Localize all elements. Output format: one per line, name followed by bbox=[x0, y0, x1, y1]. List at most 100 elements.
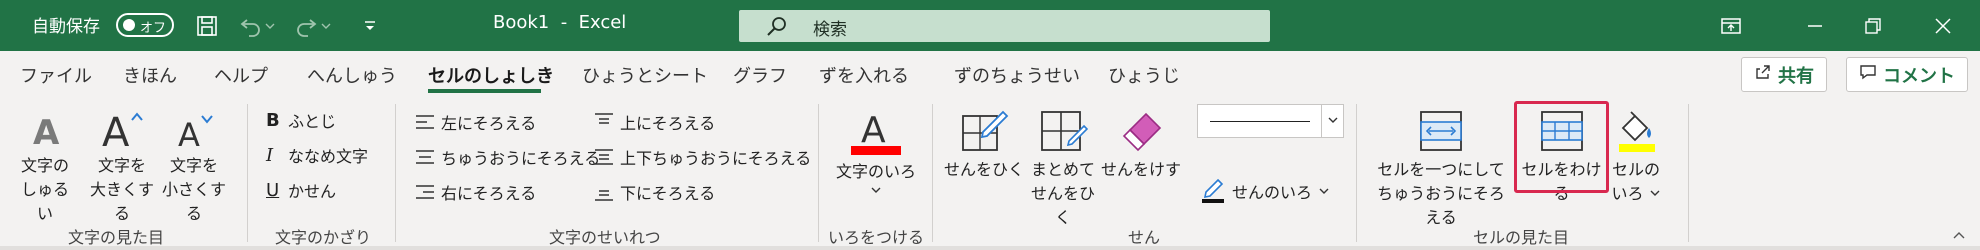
tab-kihon[interactable]: きほん bbox=[123, 62, 177, 88]
chevron-down-icon bbox=[1318, 182, 1330, 201]
font-color-button[interactable]: A 文字のいろ bbox=[830, 108, 922, 198]
tab-view[interactable]: ひょうじ bbox=[1108, 62, 1180, 88]
group-label-text-look: 文字の見た目 bbox=[68, 228, 165, 247]
align-top-button[interactable]: 上にそろえる bbox=[594, 110, 715, 134]
font-grow-label-2: 大きくする bbox=[89, 180, 154, 223]
font-type-button[interactable]: A 文字の しゅるい bbox=[14, 110, 76, 226]
autosave-label: 自動保存 bbox=[32, 17, 100, 37]
line-color-button[interactable]: せんのいろ bbox=[1200, 178, 1330, 204]
share-icon bbox=[1754, 63, 1772, 86]
search-box[interactable]: 検索 bbox=[739, 10, 1270, 42]
autosave-toggle[interactable]: オフ bbox=[116, 13, 174, 37]
active-tab-indicator bbox=[428, 89, 541, 93]
chevron-down-icon bbox=[1321, 105, 1343, 137]
toggle-label: オフ bbox=[140, 21, 167, 36]
draw-border-button[interactable]: せんをひく bbox=[944, 108, 1024, 182]
chevron-down-icon bbox=[830, 184, 922, 198]
align-middle-button[interactable]: 上下ちゅうおうにそろえる bbox=[594, 145, 811, 169]
bold-button[interactable]: B ふとじ bbox=[266, 108, 336, 132]
toggle-knob bbox=[123, 19, 135, 31]
align-bottom-label: 下にそろえる bbox=[620, 184, 716, 203]
font-shrink-label-2: 小さくする bbox=[161, 180, 226, 223]
comment-label: コメント bbox=[1883, 65, 1955, 87]
svg-text:A: A bbox=[178, 116, 200, 150]
line-style-preview bbox=[1210, 121, 1310, 122]
restore-icon[interactable] bbox=[1858, 12, 1888, 40]
tab-table-sheet[interactable]: ひょうとシート bbox=[582, 62, 708, 88]
customize-qat-icon[interactable] bbox=[356, 12, 384, 40]
draw-border-label: せんをひく bbox=[944, 160, 1025, 179]
font-grow-icon: A bbox=[102, 110, 143, 150]
font-grow-button[interactable]: A 文字を 大きくする bbox=[86, 108, 158, 226]
chevron-down-icon[interactable] bbox=[318, 12, 334, 40]
tab-help[interactable]: ヘルプ bbox=[214, 62, 268, 88]
italic-label: ななめ文字 bbox=[288, 147, 369, 166]
fill-color-label-1: セルの bbox=[1611, 160, 1660, 179]
align-top-label: 上にそろえる bbox=[620, 114, 716, 133]
collapse-ribbon-icon[interactable] bbox=[1952, 226, 1966, 245]
group-label-alignment: 文字のせいれつ bbox=[549, 228, 661, 247]
font-shrink-label-1: 文字を bbox=[169, 156, 218, 175]
search-placeholder: 検索 bbox=[813, 20, 847, 40]
font-shrink-button[interactable]: A 文字を 小さくする bbox=[158, 110, 230, 226]
fill-color-label-2-row: いろ bbox=[1610, 182, 1662, 206]
chevron-down-icon[interactable] bbox=[262, 12, 278, 40]
paint-bucket-icon bbox=[1619, 111, 1655, 152]
merge-center-button[interactable]: セルを一つにして ちゅうおうにそろえる bbox=[1370, 108, 1512, 230]
group-separator bbox=[247, 104, 248, 242]
tab-henshuu[interactable]: へんしゅう bbox=[307, 62, 397, 88]
group-label-color: いろをつける bbox=[828, 228, 925, 247]
fill-color-button[interactable]: セルの いろ bbox=[1610, 108, 1662, 206]
align-top-icon bbox=[595, 113, 613, 124]
tab-cell-format[interactable]: セルのしょしき bbox=[428, 62, 554, 88]
font-color-icon: A bbox=[851, 110, 901, 155]
tab-insert-figure[interactable]: ずを入れる bbox=[819, 62, 909, 88]
align-left-button[interactable]: 左にそろえる bbox=[415, 110, 536, 134]
ribbon-display-icon[interactable] bbox=[1716, 12, 1746, 40]
group-separator bbox=[932, 104, 933, 242]
tab-figure-adjust[interactable]: ずのちょうせい bbox=[954, 62, 1080, 88]
draw-border-icon bbox=[962, 110, 1009, 151]
align-center-button[interactable]: ちゅうおうにそろえる bbox=[415, 145, 600, 169]
font-color-label: 文字のいろ bbox=[835, 162, 916, 181]
line-color-pen-icon bbox=[1202, 178, 1224, 203]
merge-center-label-1: セルを一つにして bbox=[1377, 160, 1505, 179]
underline-button[interactable]: U かせん bbox=[266, 178, 336, 202]
eraser-icon bbox=[1122, 112, 1162, 152]
italic-icon: I bbox=[266, 144, 274, 166]
font-type-label-1: 文字の bbox=[20, 156, 69, 175]
align-right-icon bbox=[416, 185, 434, 199]
align-right-button[interactable]: 右にそろえる bbox=[415, 180, 536, 204]
align-bottom-button[interactable]: 下にそろえる bbox=[594, 180, 715, 204]
ribbon-bottom-border bbox=[0, 246, 1980, 250]
align-center-icon bbox=[416, 150, 434, 164]
bold-icon: B bbox=[266, 109, 280, 131]
group-label-lines: せん bbox=[1128, 228, 1161, 247]
merge-center-label-2: ちゅうおうにそろえる bbox=[1377, 184, 1505, 227]
group-separator bbox=[395, 104, 396, 242]
undo-icon[interactable] bbox=[237, 12, 265, 40]
svg-text:A: A bbox=[102, 110, 130, 150]
save-icon[interactable] bbox=[193, 12, 221, 40]
font-grow-label-1: 文字を bbox=[97, 156, 146, 175]
close-icon[interactable] bbox=[1928, 12, 1958, 40]
redo-icon[interactable] bbox=[292, 12, 320, 40]
group-label-cell-look: セルの見た目 bbox=[1473, 228, 1570, 247]
align-left-icon bbox=[416, 115, 434, 129]
comment-button[interactable]: コメント bbox=[1846, 57, 1968, 92]
draw-border-grid-button[interactable]: まとめて せんをひく bbox=[1028, 108, 1098, 230]
share-button[interactable]: 共有 bbox=[1741, 57, 1827, 92]
chevron-down-icon bbox=[1649, 184, 1661, 203]
tab-file[interactable]: ファイル bbox=[20, 62, 92, 88]
tab-graph[interactable]: グラフ bbox=[733, 62, 787, 88]
italic-button[interactable]: I ななめ文字 bbox=[266, 143, 368, 167]
comment-icon bbox=[1859, 63, 1877, 86]
svg-text:A: A bbox=[861, 110, 886, 151]
draw-border-grid-label-1: まとめて bbox=[1030, 160, 1095, 179]
line-style-select[interactable] bbox=[1197, 104, 1344, 138]
group-label-decoration: 文字のかざり bbox=[275, 228, 372, 247]
title-bar: 自動保存 オフ Book1 - Excel 検索 bbox=[0, 0, 1980, 51]
erase-border-button[interactable]: せんをけす bbox=[1100, 108, 1182, 182]
minimize-icon[interactable] bbox=[1800, 12, 1830, 40]
group-separator bbox=[1688, 104, 1689, 242]
